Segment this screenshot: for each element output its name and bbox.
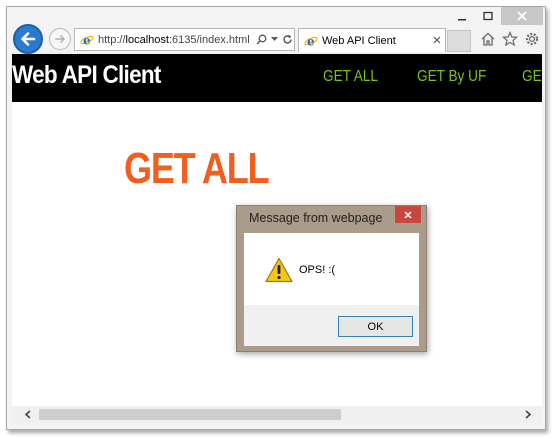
- url-path: :6135/index.html: [168, 33, 250, 46]
- url-scheme: http://: [98, 33, 126, 46]
- ie-logo-icon: e: [303, 33, 319, 49]
- tab-web-api-client[interactable]: e Web API Client: [298, 28, 446, 52]
- nav-link-get[interactable]: GET: [522, 68, 542, 86]
- forward-arrow-icon: [55, 34, 66, 44]
- horizontal-scrollbar[interactable]: [12, 406, 542, 423]
- close-icon: [517, 11, 527, 21]
- tab-close-button[interactable]: [429, 34, 445, 47]
- search-icon: [256, 34, 267, 45]
- browser-toolbar: [479, 30, 541, 48]
- star-icon: [502, 31, 518, 47]
- ok-button[interactable]: OK: [338, 316, 413, 337]
- tab-title: Web API Client: [322, 34, 396, 47]
- dialog-message: OPS! :(: [299, 264, 336, 276]
- site-brand[interactable]: Web API Client: [12, 61, 161, 90]
- back-button[interactable]: [13, 24, 43, 54]
- scroll-right-button[interactable]: [520, 406, 537, 423]
- svg-text:e: e: [83, 33, 91, 47]
- chevron-left-icon: [24, 410, 31, 419]
- scroll-thumb[interactable]: [39, 409, 341, 420]
- dialog-title: Message from webpage: [249, 211, 383, 225]
- maximize-icon: [483, 11, 493, 21]
- scroll-left-button[interactable]: [19, 406, 36, 423]
- site-header: Web API Client GET ALL GET By UF GET: [12, 54, 542, 102]
- address-dropdown[interactable]: [268, 31, 281, 49]
- refresh-button[interactable]: [281, 31, 294, 49]
- favorites-button[interactable]: [501, 30, 519, 48]
- new-tab-button[interactable]: [447, 30, 471, 52]
- close-icon: [433, 36, 441, 44]
- nav-link-get-all[interactable]: GET ALL: [323, 68, 378, 86]
- dialog-body: OPS! :( OK: [244, 233, 419, 346]
- dialog-footer: OK: [244, 305, 419, 346]
- tools-button[interactable]: [523, 30, 541, 48]
- forward-button[interactable]: [49, 28, 71, 50]
- warning-icon: [265, 257, 293, 283]
- home-button[interactable]: [479, 30, 497, 48]
- refresh-icon: [283, 34, 292, 44]
- back-arrow-icon: [21, 32, 36, 46]
- url-host: localhost: [125, 33, 169, 46]
- svg-text:e: e: [307, 34, 315, 48]
- page-title: GET ALL: [124, 144, 270, 193]
- chevron-right-icon: [525, 410, 532, 419]
- dropdown-icon: [271, 37, 278, 41]
- url-text: http://localhost:6135/index.html: [98, 34, 255, 46]
- navigation-bar: e http://localhost:6135/index.html e Web…: [7, 21, 545, 55]
- dialog-close-button[interactable]: [395, 206, 421, 223]
- message-dialog: Message from webpage OPS! :( OK: [236, 205, 427, 352]
- search-button[interactable]: [255, 31, 268, 49]
- nav-link-get-by-uf[interactable]: GET By UF: [417, 68, 486, 86]
- home-icon: [481, 32, 495, 46]
- minimize-icon: [458, 19, 466, 21]
- ie-logo-icon: e: [79, 32, 95, 48]
- close-icon: [404, 210, 412, 219]
- gear-icon: [525, 32, 539, 46]
- address-bar[interactable]: e http://localhost:6135/index.html: [74, 28, 295, 51]
